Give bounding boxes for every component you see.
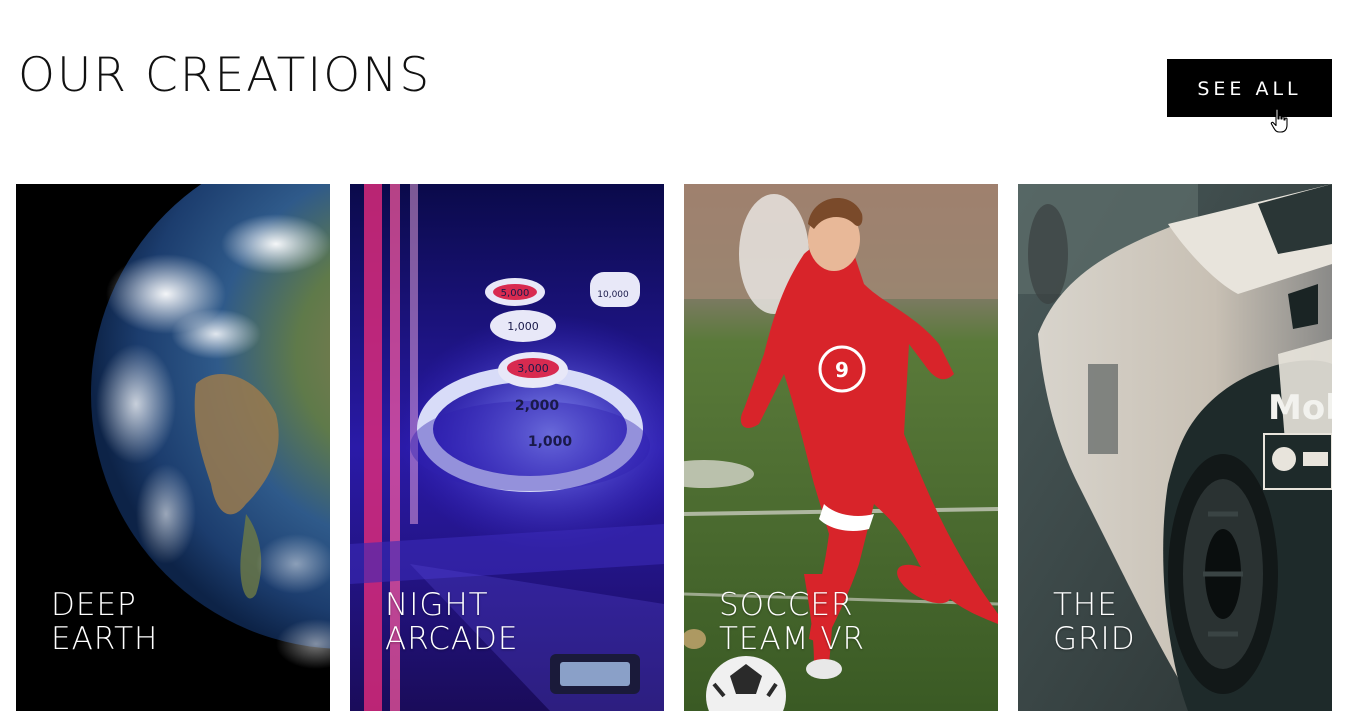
score-cup: 5,000: [485, 278, 545, 306]
score-10000: 10,000: [597, 290, 629, 300]
section-title: OUR CREATIONS: [18, 48, 432, 103]
score-2000: 2,000: [515, 398, 560, 414]
hand-cursor-icon: [1270, 108, 1288, 133]
score-1000-upper: 1,000: [507, 320, 539, 333]
card-title: DEEP EARTH: [51, 587, 159, 657]
score-1000: 1,000: [528, 434, 573, 450]
svg-text:9: 9: [835, 358, 849, 382]
card-title: SOCCER TEAM VR: [719, 587, 866, 657]
creations-page: OUR CREATIONS SEE ALL DEEP EARTH 5,000 1…: [0, 0, 1354, 711]
see-all-button[interactable]: SEE ALL: [1167, 59, 1332, 117]
creation-card-soccer-team-vr[interactable]: 9 SOCCER TEAM VR: [684, 184, 998, 711]
score-5000: 5,000: [501, 288, 530, 299]
creation-card-night-arcade[interactable]: 5,000 10,000 1,000 3,000 2,000 1,000 NIG: [350, 184, 664, 711]
creation-card-the-grid[interactable]: Mob THE GRID: [1018, 184, 1332, 711]
card-title: NIGHT ARCADE: [385, 587, 519, 657]
creation-card-deep-earth[interactable]: DEEP EARTH: [16, 184, 330, 711]
score-cup: 10,000: [590, 272, 640, 307]
score-cup: 1,000: [490, 310, 556, 342]
sponsor-logo-text: Mob: [1268, 388, 1332, 428]
card-title: THE GRID: [1053, 587, 1136, 657]
score-3000: 3,000: [517, 362, 549, 375]
